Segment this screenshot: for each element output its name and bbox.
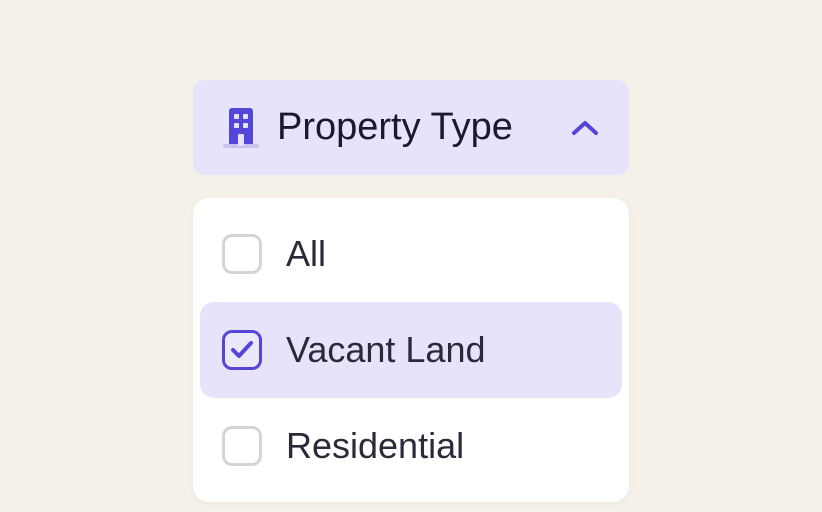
checkbox-unchecked[interactable] bbox=[222, 234, 262, 274]
building-icon bbox=[223, 106, 259, 150]
option-all[interactable]: All bbox=[200, 206, 622, 302]
property-type-dropdown-trigger[interactable]: Property Type bbox=[193, 80, 629, 175]
option-label: Residential bbox=[286, 425, 464, 467]
checkbox-checked[interactable] bbox=[222, 330, 262, 370]
property-type-dropdown-panel: All Vacant Land Residential bbox=[193, 198, 629, 502]
chevron-up-icon bbox=[571, 114, 599, 142]
checkbox-unchecked[interactable] bbox=[222, 426, 262, 466]
option-vacant-land[interactable]: Vacant Land bbox=[200, 302, 622, 398]
option-residential[interactable]: Residential bbox=[200, 398, 622, 494]
dropdown-label: Property Type bbox=[277, 106, 553, 149]
option-label: All bbox=[286, 233, 326, 275]
option-label: Vacant Land bbox=[286, 329, 486, 371]
